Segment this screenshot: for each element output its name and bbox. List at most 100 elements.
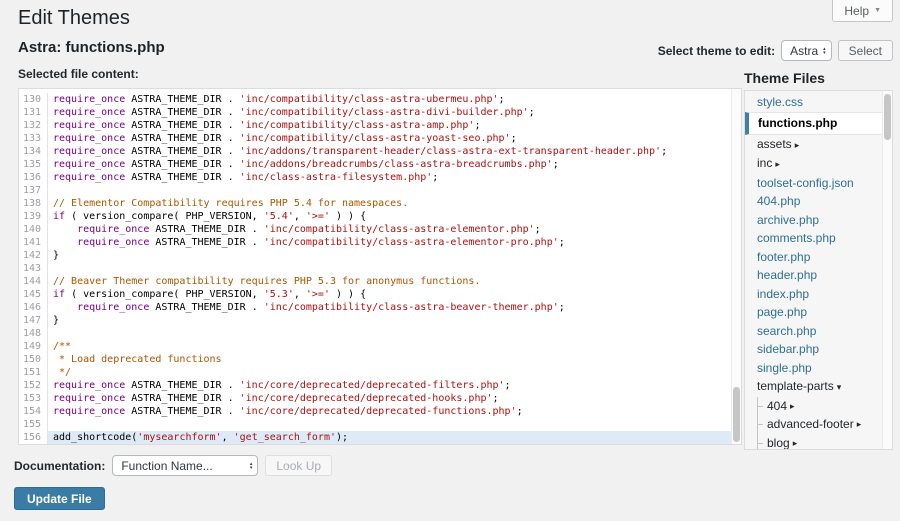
line-number: 147 — [19, 314, 48, 327]
code-line[interactable]: 147} — [19, 314, 741, 327]
line-number: 155 — [19, 418, 48, 431]
filetree-file-search.php[interactable]: search.php — [745, 322, 892, 341]
theme-files-scrollbar-thumb[interactable] — [884, 94, 891, 140]
code-line-text: if ( version_compare( PHP_VERSION, '5.3'… — [48, 288, 741, 301]
chevron-right-icon: ▸ — [790, 400, 795, 413]
filetree-file-footer.php[interactable]: footer.php — [745, 248, 892, 267]
filetree-file-archive.php[interactable]: archive.php — [745, 211, 892, 230]
filetree-file-sidebar.php[interactable]: sidebar.php — [745, 340, 892, 359]
code-line[interactable]: 152require_once ASTRA_THEME_DIR . 'inc/c… — [19, 379, 741, 392]
help-button-label: Help — [844, 4, 869, 18]
theme-files-title: Theme Files — [744, 70, 825, 86]
line-number: 149 — [19, 340, 48, 353]
code-line[interactable]: 132require_once ASTRA_THEME_DIR . 'inc/c… — [19, 119, 741, 132]
page-title: Edit Themes — [18, 7, 130, 30]
code-line[interactable]: 138// Elementor Compatibility requires P… — [19, 197, 741, 210]
filetree-file-page.php[interactable]: page.php — [745, 303, 892, 322]
code-line-text: require_once ASTRA_THEME_DIR . 'inc/comp… — [48, 132, 741, 145]
line-number: 136 — [19, 171, 48, 184]
code-line[interactable]: 144// Beaver Themer compatibility requir… — [19, 275, 741, 288]
filetree-folder-blog[interactable]: blog▸ — [758, 434, 892, 451]
filetree-file-single.php[interactable]: single.php — [745, 359, 892, 378]
code-line[interactable]: 135require_once ASTRA_THEME_DIR . 'inc/a… — [19, 158, 741, 171]
code-line[interactable]: 156add_shortcode('mysearchform', 'get_se… — [19, 431, 741, 444]
file-link[interactable]: sidebar.php — [757, 342, 819, 356]
file-link[interactable]: archive.php — [757, 213, 819, 227]
editor-scrollbar[interactable] — [731, 89, 741, 444]
code-line-text: require_once ASTRA_THEME_DIR . 'inc/core… — [48, 405, 741, 418]
theme-files-scrollbar[interactable] — [882, 91, 892, 449]
file-link[interactable]: header.php — [757, 268, 817, 282]
code-line[interactable]: 145if ( version_compare( PHP_VERSION, '5… — [19, 288, 741, 301]
code-line[interactable]: 153require_once ASTRA_THEME_DIR . 'inc/c… — [19, 392, 741, 405]
code-line-text: require_once ASTRA_THEME_DIR . 'inc/core… — [48, 392, 741, 405]
line-number: 141 — [19, 236, 48, 249]
file-link[interactable]: 404.php — [757, 194, 800, 208]
code-line[interactable]: 139if ( version_compare( PHP_VERSION, '5… — [19, 210, 741, 223]
filetree-subfolder-group: 404▸advanced-footer▸blog▸ — [757, 397, 892, 451]
line-number: 138 — [19, 197, 48, 210]
editor-scrollbar-thumb[interactable] — [733, 387, 740, 442]
code-line[interactable]: 131require_once ASTRA_THEME_DIR . 'inc/c… — [19, 106, 741, 119]
filetree-file-toolset-config.json[interactable]: toolset-config.json — [745, 174, 892, 193]
code-line-text: require_once ASTRA_THEME_DIR . 'inc/comp… — [48, 93, 741, 106]
filetree-label: assets — [757, 137, 792, 151]
file-link[interactable]: style.css — [757, 95, 803, 109]
code-line[interactable]: 149/** — [19, 340, 741, 353]
code-line[interactable]: 140 require_once ASTRA_THEME_DIR . 'inc/… — [19, 223, 741, 236]
code-editor[interactable]: 130require_once ASTRA_THEME_DIR . 'inc/c… — [18, 88, 742, 445]
code-line[interactable]: 130require_once ASTRA_THEME_DIR . 'inc/c… — [19, 93, 741, 106]
code-line[interactable]: 146 require_once ASTRA_THEME_DIR . 'inc/… — [19, 301, 741, 314]
filetree-file-comments.php[interactable]: comments.php — [745, 229, 892, 248]
select-theme-button[interactable]: Select — [838, 40, 893, 61]
code-line-text — [48, 327, 741, 340]
theme-select-label: Select theme to edit: — [658, 44, 775, 58]
file-link[interactable]: comments.php — [757, 231, 836, 245]
file-link[interactable]: index.php — [757, 287, 809, 301]
filetree-folder-404[interactable]: 404▸ — [758, 397, 892, 416]
theme-select-dropdown[interactable]: Astra ▴▾ — [781, 40, 832, 61]
update-file-button[interactable]: Update File — [14, 487, 105, 510]
line-number: 146 — [19, 301, 48, 314]
line-number: 150 — [19, 353, 48, 366]
code-line-text: require_once ASTRA_THEME_DIR . 'inc/comp… — [48, 106, 741, 119]
filetree-file-index.php[interactable]: index.php — [745, 285, 892, 304]
filetree-label: advanced-footer — [767, 418, 854, 431]
code-line[interactable]: 136require_once ASTRA_THEME_DIR . 'inc/c… — [19, 171, 741, 184]
file-link[interactable]: search.php — [757, 324, 816, 338]
code-line-text — [48, 418, 741, 431]
code-line-text: } — [48, 314, 741, 327]
filetree-file-style.css[interactable]: style.css — [745, 93, 892, 112]
code-line[interactable]: 134require_once ASTRA_THEME_DIR . 'inc/a… — [19, 145, 741, 158]
code-line-text — [48, 262, 741, 275]
help-button[interactable]: Help ▼ — [832, 0, 893, 22]
file-link[interactable]: toolset-config.json — [757, 176, 854, 190]
filetree-folder-inc[interactable]: inc▸ — [745, 154, 892, 174]
code-line[interactable]: 142} — [19, 249, 741, 262]
code-line[interactable]: 154require_once ASTRA_THEME_DIR . 'inc/c… — [19, 405, 741, 418]
code-line[interactable]: 148 — [19, 327, 741, 340]
filetree-file-functions.php[interactable]: functions.php — [745, 112, 892, 135]
file-link[interactable]: page.php — [757, 305, 807, 319]
code-line-text: require_once ASTRA_THEME_DIR . 'inc/comp… — [48, 301, 741, 314]
look-up-button[interactable]: Look Up — [265, 455, 332, 476]
code-line[interactable]: 143 — [19, 262, 741, 275]
code-line[interactable]: 141 require_once ASTRA_THEME_DIR . 'inc/… — [19, 236, 741, 249]
code-line-text: require_once ASTRA_THEME_DIR . 'inc/comp… — [48, 223, 741, 236]
filetree-file-404.php[interactable]: 404.php — [745, 192, 892, 211]
code-line[interactable]: 150 * Load deprecated functions — [19, 353, 741, 366]
code-line[interactable]: 133require_once ASTRA_THEME_DIR . 'inc/c… — [19, 132, 741, 145]
documentation-label: Documentation: — [14, 459, 105, 473]
filetree-folder-advanced-footer[interactable]: advanced-footer▸ — [758, 415, 892, 434]
code-line-text: * Load deprecated functions — [48, 353, 741, 366]
code-line[interactable]: 151 */ — [19, 366, 741, 379]
filetree-folder-assets[interactable]: assets▸ — [745, 135, 892, 155]
file-link[interactable]: footer.php — [757, 250, 810, 264]
documentation-dropdown[interactable]: Function Name... ▴▾ — [112, 455, 258, 476]
filetree-file-header.php[interactable]: header.php — [745, 266, 892, 285]
file-link[interactable]: single.php — [757, 361, 812, 375]
code-line[interactable]: 137 — [19, 184, 741, 197]
code-line[interactable]: 155 — [19, 418, 741, 431]
filetree-folder-template-parts[interactable]: template-parts▾ — [745, 377, 892, 397]
line-number: 132 — [19, 119, 48, 132]
